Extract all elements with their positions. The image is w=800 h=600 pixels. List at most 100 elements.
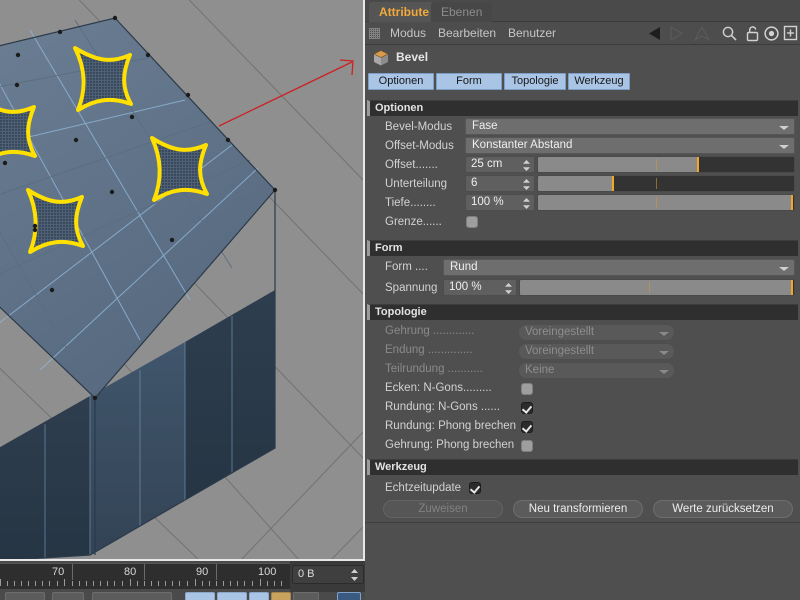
button-zuweisen[interactable]: Zuweisen xyxy=(383,500,503,518)
slider-offset[interactable] xyxy=(537,156,795,173)
label-offset-modus: Offset-Modus xyxy=(385,140,454,152)
button-werte-zuruecksetzen[interactable]: Werte zurücksetzen xyxy=(653,500,793,518)
field-spannung[interactable]: 100 % xyxy=(443,279,517,296)
checkbox-ecken-ngons[interactable] xyxy=(521,383,533,395)
section-title: Topologie xyxy=(375,306,427,318)
viewport-scene xyxy=(0,0,365,561)
field-value: 25 cm xyxy=(471,158,502,170)
dropdown-endung: Voreingestellt xyxy=(518,343,675,360)
timeline-label: 90 xyxy=(196,566,208,578)
label-teilrundung: Teilrundung ........... xyxy=(385,363,483,375)
plus-icon[interactable] xyxy=(783,25,798,42)
toolbar-button[interactable] xyxy=(271,592,291,600)
label-gehrung-phong: Gehrung: Phong brechen xyxy=(385,439,514,451)
bottom-toolbar-strip xyxy=(0,592,365,600)
dropdown-offset-modus[interactable]: Konstanter Abstand xyxy=(465,137,795,154)
tab-topologie[interactable]: Topologie xyxy=(504,73,566,90)
tab-attribute[interactable]: Attribute xyxy=(369,2,439,22)
label-ecken-ngons: Ecken: N-Gons......... xyxy=(385,382,492,394)
checkbox-grenze[interactable] xyxy=(466,216,478,228)
field-value: 100 % xyxy=(471,196,504,208)
timeline-ticks[interactable]: 70 80 90 100 xyxy=(0,563,290,589)
dropdown-bevel-modus[interactable]: Fase xyxy=(465,118,795,135)
timeline-label: 70 xyxy=(52,566,64,578)
chevron-down-icon xyxy=(659,332,669,336)
dropdown-value: Konstanter Abstand xyxy=(472,139,572,151)
tab-ebenen[interactable]: Ebenen xyxy=(431,2,492,22)
spinner-icon[interactable] xyxy=(523,160,530,171)
chevron-down-icon xyxy=(659,351,669,355)
field-offset[interactable]: 25 cm xyxy=(465,156,535,173)
checkbox-rundung-phong[interactable] xyxy=(521,421,533,433)
c4d-application-window: 70 80 90 100 xyxy=(0,0,800,600)
chevron-down-icon xyxy=(779,267,789,271)
label-echtzeitupdate: Echtzeitupdate xyxy=(385,482,461,494)
label-offset: Offset....... xyxy=(385,159,438,171)
label-endung: Endung .............. xyxy=(385,344,473,356)
toolbar-button[interactable] xyxy=(52,592,84,600)
dropdown-value: Rund xyxy=(450,261,478,273)
tab-werkzeug[interactable]: Werkzeug xyxy=(568,73,630,90)
lock-icon[interactable] xyxy=(745,25,760,42)
dropdown-teilrundung: Keine xyxy=(518,362,675,379)
slider-unterteilung[interactable] xyxy=(537,175,795,192)
chevron-down-icon xyxy=(779,145,789,149)
section-header-optionen: Optionen xyxy=(367,100,798,116)
panel-divider xyxy=(365,522,800,523)
3d-viewport[interactable] xyxy=(0,0,365,561)
frame-size-value: 0 B xyxy=(298,568,315,580)
tab-form[interactable]: Form xyxy=(436,73,502,90)
chevron-down-icon xyxy=(659,370,669,374)
label-unterteilung: Unterteilung xyxy=(385,178,447,190)
spinner-icon[interactable] xyxy=(351,569,358,581)
dropdown-value: Fase xyxy=(472,120,498,132)
menu-modus[interactable]: Modus xyxy=(390,26,426,40)
frame-size-field[interactable]: 0 B xyxy=(292,565,364,584)
dropdown-gehrung: Voreingestellt xyxy=(518,324,675,341)
label-rundung-ngons: Rundung: N-Gons ...... xyxy=(385,401,500,413)
checkbox-echtzeitupdate[interactable] xyxy=(469,482,481,494)
toolbar-button[interactable] xyxy=(92,592,172,600)
dropdown-value: Voreingestellt xyxy=(525,326,594,338)
section-title: Form xyxy=(375,242,403,254)
field-unterteilung[interactable]: 6 xyxy=(465,175,535,192)
checkbox-gehrung-phong[interactable] xyxy=(521,440,533,452)
label-spannung: Spannung xyxy=(385,282,437,294)
toolbar-button[interactable] xyxy=(337,592,361,600)
timeline-label: 100 xyxy=(258,566,282,578)
section-header-form: Form xyxy=(367,240,798,256)
spinner-icon[interactable] xyxy=(523,179,530,190)
label-bevel-modus: Bevel-Modus xyxy=(385,121,452,133)
field-value: 6 xyxy=(471,177,477,189)
toolbar-button[interactable] xyxy=(293,592,319,600)
checkbox-rundung-ngons[interactable] xyxy=(521,402,533,414)
toolbar-button[interactable] xyxy=(217,592,247,600)
slider-spannung[interactable] xyxy=(519,279,795,296)
button-neu-transformieren[interactable]: Neu transformieren xyxy=(513,500,643,518)
field-tiefe[interactable]: 100 % xyxy=(465,194,535,211)
spinner-icon[interactable] xyxy=(505,283,512,294)
spinner-icon[interactable] xyxy=(523,198,530,209)
forward-arrow-icon[interactable] xyxy=(668,25,690,42)
home-icon[interactable] xyxy=(693,25,711,42)
section-title: Werkzeug xyxy=(375,461,427,473)
tab-optionen[interactable]: Optionen xyxy=(368,73,434,90)
dropdown-form[interactable]: Rund xyxy=(443,259,795,276)
search-icon[interactable] xyxy=(721,25,738,42)
section-header-werkzeug: Werkzeug xyxy=(367,459,798,475)
toolbar-button[interactable] xyxy=(5,592,45,600)
parameter-tab-row: Optionen Form Topologie Werkzeug xyxy=(365,71,800,94)
menu-benutzer[interactable]: Benutzer xyxy=(508,26,556,40)
attribute-manager-panel: Attribute Ebenen Modus Bearbeiten Benutz… xyxy=(365,0,800,600)
target-icon[interactable] xyxy=(763,25,780,42)
slider-tiefe[interactable] xyxy=(537,194,795,211)
toolbar-button[interactable] xyxy=(185,592,215,600)
drag-grip-icon[interactable] xyxy=(369,28,380,39)
chevron-down-icon xyxy=(779,126,789,130)
toolbar-button[interactable] xyxy=(249,592,269,600)
back-arrow-icon[interactable] xyxy=(648,25,670,42)
object-name-label: Bevel xyxy=(396,50,428,64)
dropdown-value: Voreingestellt xyxy=(525,345,594,357)
label-rundung-phong: Rundung: Phong brechen xyxy=(385,420,516,432)
menu-bearbeiten[interactable]: Bearbeiten xyxy=(438,26,496,40)
